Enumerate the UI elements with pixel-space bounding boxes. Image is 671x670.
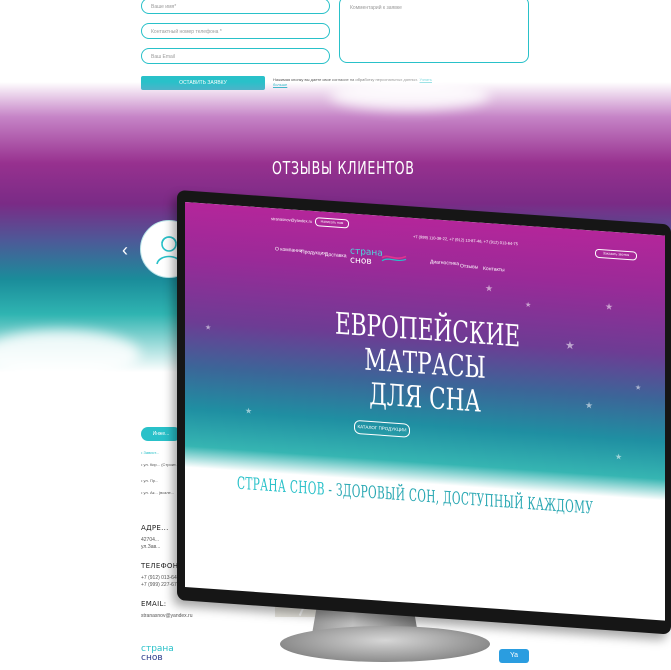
monitor-stand-base — [280, 626, 490, 662]
email-heading: Email: — [141, 600, 167, 608]
star-icon: ★ — [525, 301, 532, 310]
reviews-title: Отзывы клиентов — [272, 158, 415, 179]
nav-item-reviews[interactable]: Отзывы — [460, 263, 478, 270]
monitor-screen: ★ ★ ★ ★ ★ ★ ★ ★ ★ stranasnov@yandex.ru Н… — [185, 202, 665, 621]
logo-wave-icon — [381, 255, 407, 262]
phone-field[interactable]: Контактный номер телефона * — [141, 23, 330, 39]
comment-field[interactable]: Комментарий к заявке — [339, 0, 529, 63]
band-paint-edge — [330, 80, 490, 110]
star-icon: ★ — [585, 399, 594, 411]
slogan-brand: Страна снов — [237, 473, 325, 500]
footer-logo[interactable]: стрaна снов — [141, 645, 174, 663]
footer-logo-bottom: снов — [141, 653, 163, 663]
screen-logo[interactable]: стрaна снов — [350, 247, 383, 268]
star-icon: ★ — [245, 406, 253, 416]
email-field[interactable]: Ваш Email — [141, 48, 330, 64]
band-paint-edge — [0, 330, 140, 380]
hero-headline-line2: матрасы для сна — [364, 342, 486, 420]
star-icon: ★ — [605, 301, 614, 312]
star-icon: ★ — [635, 384, 642, 392]
corner-badge[interactable]: Ya — [499, 649, 529, 663]
name-field[interactable]: Ваше имя* — [141, 0, 330, 14]
address-text: 42704... ул.Зав... — [141, 537, 161, 550]
hero-headline: Европейские матрасы для сна — [335, 306, 520, 422]
star-icon: ★ — [485, 282, 494, 294]
write-us-button[interactable]: Написать нам — [315, 217, 349, 229]
monitor: ★ ★ ★ ★ ★ ★ ★ ★ ★ stranasnov@yandex.ru Н… — [165, 190, 671, 635]
email-address[interactable]: stranasnov@yandex.ru — [141, 613, 193, 620]
star-icon: ★ — [205, 324, 212, 332]
star-icon: ★ — [565, 339, 575, 353]
star-icon: ★ — [615, 452, 623, 462]
screen-email[interactable]: stranasnov@yandex.ru — [271, 216, 312, 224]
reviews-prev-arrow[interactable]: ‹ — [122, 240, 128, 261]
